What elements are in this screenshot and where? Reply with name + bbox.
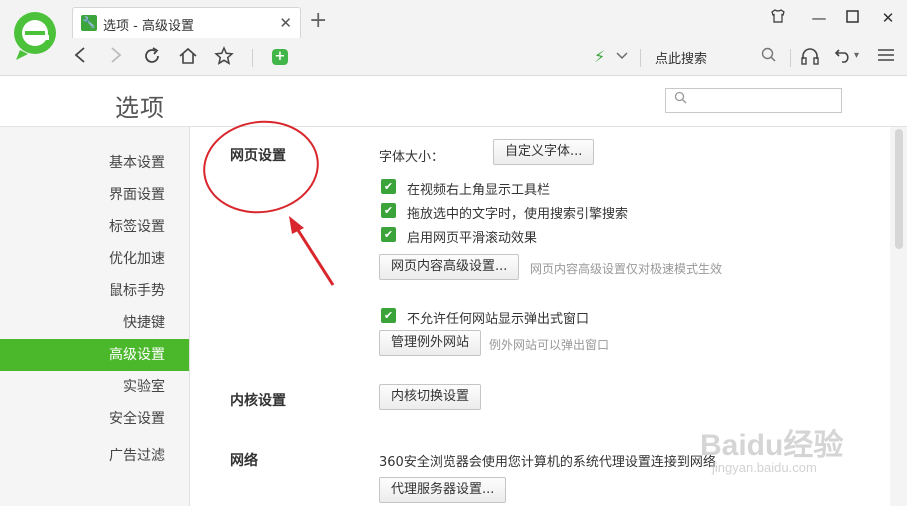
search-box-label[interactable]: 点此搜索 — [655, 48, 707, 67]
toolbar-separator — [640, 49, 641, 67]
checkbox-label-block-popups: 不允许任何网站显示弹出式窗口 — [407, 312, 590, 327]
page-title: 选项 — [115, 94, 165, 122]
undo-dropdown-icon[interactable]: ▾ — [854, 50, 859, 61]
undo-icon[interactable] — [834, 47, 852, 67]
checkbox-video-toolbar[interactable]: ✔ — [381, 179, 396, 194]
refresh-icon[interactable] — [140, 46, 164, 70]
sidebar-item-security[interactable]: 安全设置 — [0, 403, 189, 435]
back-icon[interactable] — [68, 46, 92, 70]
checkbox-drag-search[interactable]: ✔ — [381, 203, 396, 218]
options-search-input[interactable] — [665, 88, 842, 113]
lightning-mode-icon[interactable]: ⚡ — [594, 47, 605, 66]
extension-plus-icon[interactable]: + — [272, 49, 288, 65]
forward-icon[interactable] — [104, 46, 128, 70]
close-tab-icon[interactable]: ✕ — [279, 14, 292, 32]
proxy-settings-button[interactable]: 代理服务器设置... — [379, 477, 507, 503]
headphones-icon[interactable] — [800, 47, 820, 69]
favorite-star-icon[interactable] — [212, 46, 236, 70]
sidebar-item-lab[interactable]: 实验室 — [0, 371, 189, 403]
font-size-label: 字体大小： — [379, 150, 445, 165]
skin-shirt-icon[interactable] — [767, 8, 789, 28]
wrench-icon: 🔧 — [81, 15, 97, 31]
advanced-content-settings-button[interactable]: 网页内容高级设置... — [379, 254, 520, 280]
section-title-network: 网络 — [230, 453, 258, 469]
network-description: 360安全浏览器会使用您计算机的系统代理设置连接到网络 — [379, 455, 716, 470]
close-window-icon[interactable]: ✕ — [877, 8, 899, 28]
sidebar-item-speedup[interactable]: 优化加速 — [0, 243, 189, 275]
checkbox-smooth-scroll[interactable]: ✔ — [381, 227, 396, 242]
options-header: 选项 — [0, 76, 907, 127]
baidu-watermark: Baidu经验 jingyan.baidu.com — [700, 420, 870, 490]
options-sidebar: 基本设置 界面设置 标签设置 优化加速 鼠标手势 快捷键 高级设置 实验室 安全… — [0, 127, 190, 506]
maximize-icon[interactable] — [841, 8, 863, 28]
new-tab-icon[interactable]: + — [309, 10, 327, 32]
watermark-logo-text: Baidu经验 — [700, 429, 844, 462]
scrollbar-thumb[interactable] — [895, 129, 903, 249]
sidebar-item-tabs[interactable]: 标签设置 — [0, 211, 189, 243]
toolbar-separator — [790, 49, 791, 67]
menu-icon[interactable] — [877, 47, 895, 67]
sidebar-item-basic[interactable]: 基本设置 — [0, 147, 189, 179]
custom-font-button[interactable]: 自定义字体... — [493, 139, 595, 165]
chevron-down-icon[interactable] — [616, 46, 628, 65]
checkbox-label-smooth-scroll: 启用网页平滑滚动效果 — [407, 231, 538, 246]
search-icon — [674, 91, 687, 108]
minimize-icon[interactable]: — — [808, 8, 830, 28]
sidebar-item-interface[interactable]: 界面设置 — [0, 179, 189, 211]
browser-chrome: 🔧 选项 - 高级设置 ✕ + — ✕ + ⚡ 点此搜索 ▾ — [0, 0, 907, 76]
toolbar-separator — [252, 49, 253, 67]
manage-exceptions-hint: 例外网站可以弹出窗口 — [489, 338, 610, 352]
checkbox-label-video-toolbar: 在视频右上角显示工具栏 — [407, 183, 551, 198]
watermark-url: jingyan.baidu.com — [712, 460, 817, 475]
sidebar-item-mouse-gestures[interactable]: 鼠标手势 — [0, 275, 189, 307]
sidebar-item-shortcuts[interactable]: 快捷键 — [0, 307, 189, 339]
checkbox-block-popups[interactable]: ✔ — [381, 308, 396, 323]
content-scrollbar[interactable] — [890, 127, 907, 506]
tab-title: 选项 - 高级设置 — [103, 19, 194, 34]
advanced-content-hint: 网页内容高级设置仅对极速模式生效 — [530, 262, 723, 276]
home-icon[interactable] — [176, 46, 200, 70]
kernel-switch-button[interactable]: 内核切换设置 — [379, 384, 482, 410]
section-title-kernel: 内核设置 — [230, 393, 286, 409]
checkbox-label-drag-search: 拖放选中的文字时，使用搜索引擎搜索 — [407, 207, 629, 222]
section-title-webpage: 网页设置 — [230, 148, 286, 164]
toolbar: + ⚡ 点此搜索 ▾ — [62, 40, 907, 76]
browser-logo-icon[interactable] — [12, 10, 58, 62]
browser-tab[interactable]: 🔧 选项 - 高级设置 ✕ — [72, 7, 301, 38]
sidebar-item-advanced[interactable]: 高级设置 — [0, 339, 189, 371]
manage-exceptions-button[interactable]: 管理例外网站 — [379, 330, 482, 356]
sidebar-item-adblock[interactable]: 广告过滤 — [0, 440, 189, 472]
search-icon[interactable] — [761, 47, 777, 67]
